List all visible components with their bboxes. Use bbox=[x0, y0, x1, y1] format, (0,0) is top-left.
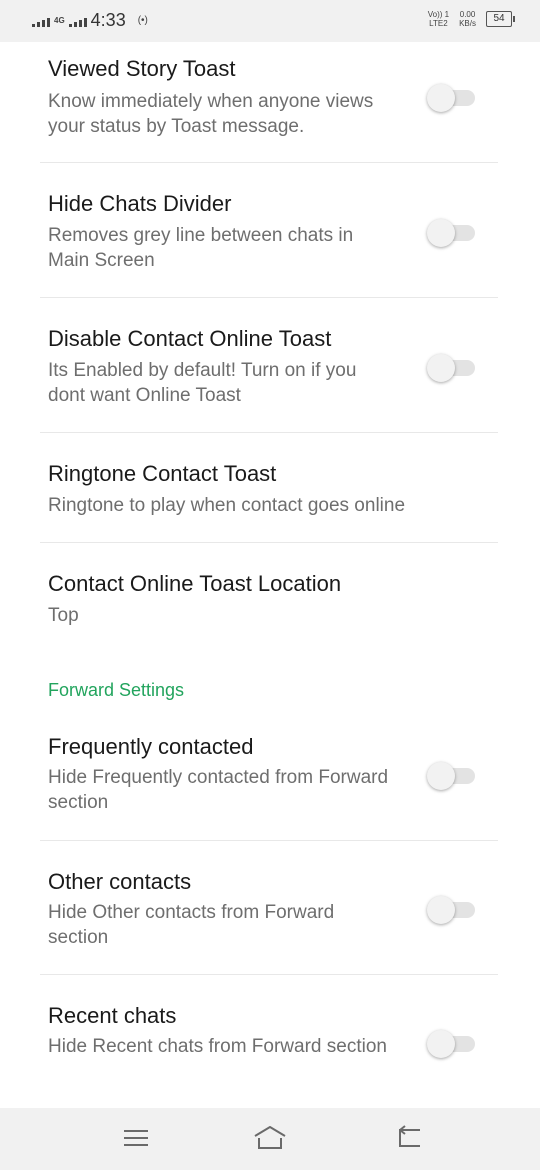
setting-contact-online-toast-location[interactable]: Contact Online Toast Location Top bbox=[40, 543, 498, 643]
setting-title: Ringtone Contact Toast bbox=[48, 461, 277, 486]
setting-other-contacts[interactable]: Other contacts Hide Other contacts from … bbox=[40, 841, 498, 974]
setting-summary: Know immediately when anyone views your … bbox=[48, 91, 374, 137]
setting-ringtone-contact-toast[interactable]: Ringtone Contact Toast Ringtone to play … bbox=[40, 433, 498, 542]
setting-summary: Ringtone to play when contact goes onlin… bbox=[48, 495, 406, 516]
settings-list[interactable]: Viewed Story Toast Know immediately when… bbox=[0, 42, 540, 1108]
toggle-switch[interactable] bbox=[427, 350, 475, 382]
setting-title: Contact Online Toast Location bbox=[48, 571, 342, 596]
setting-title: Hide Chats Divider bbox=[48, 191, 232, 216]
setting-title: Recent chats bbox=[48, 1003, 177, 1028]
network-speed: 0.00 KB/s bbox=[459, 10, 476, 28]
setting-summary: Its Enabled by default! Turn on if you d… bbox=[48, 360, 357, 406]
menu-icon[interactable] bbox=[122, 1124, 150, 1152]
toggle-switch[interactable] bbox=[427, 758, 475, 790]
hotspot-icon: (•) bbox=[137, 15, 148, 26]
status-bar: 4G 4:33 (•) Vo)) 1 LTE2 0.00 KB/s 54 bbox=[0, 0, 540, 42]
toggle-switch[interactable] bbox=[427, 892, 475, 924]
setting-recent-chats[interactable]: Recent chats Hide Recent chats from Forw… bbox=[40, 975, 498, 1108]
toggle-switch[interactable] bbox=[427, 80, 475, 112]
setting-viewed-story-toast[interactable]: Viewed Story Toast Know immediately when… bbox=[40, 42, 498, 162]
setting-title: Frequently contacted bbox=[48, 734, 254, 759]
signal-icon-2 bbox=[68, 15, 87, 27]
setting-summary: Hide Frequently contacted from Forward s… bbox=[48, 767, 389, 813]
signal-icon bbox=[32, 15, 50, 27]
clock: 4:33 bbox=[90, 10, 126, 30]
home-icon[interactable] bbox=[252, 1124, 288, 1152]
setting-summary: Top bbox=[48, 605, 79, 626]
battery-icon: 54 bbox=[486, 11, 515, 27]
network-type: 4G bbox=[54, 15, 65, 25]
setting-title: Disable Contact Online Toast bbox=[48, 326, 332, 351]
setting-frequently-contacted[interactable]: Frequently contacted Hide Frequently con… bbox=[40, 712, 498, 840]
toggle-switch[interactable] bbox=[427, 215, 475, 247]
setting-disable-contact-online-toast[interactable]: Disable Contact Online Toast Its Enabled… bbox=[40, 298, 498, 432]
setting-hide-chats-divider[interactable]: Hide Chats Divider Removes grey line bet… bbox=[40, 163, 498, 297]
setting-summary: Removes grey line between chats in Main … bbox=[48, 225, 354, 271]
setting-summary: Hide Recent chats from Forward section bbox=[48, 1036, 387, 1057]
setting-title: Other contacts bbox=[48, 869, 192, 894]
setting-summary: Hide Other contacts from Forward section bbox=[48, 902, 335, 948]
back-icon[interactable] bbox=[396, 1124, 428, 1152]
section-header-forward-settings: Forward Settings bbox=[48, 680, 185, 700]
volte-indicator: Vo)) 1 LTE2 bbox=[427, 10, 450, 28]
navigation-bar bbox=[0, 1108, 540, 1170]
toggle-switch[interactable] bbox=[427, 1026, 475, 1058]
setting-title: Viewed Story Toast bbox=[48, 56, 236, 81]
